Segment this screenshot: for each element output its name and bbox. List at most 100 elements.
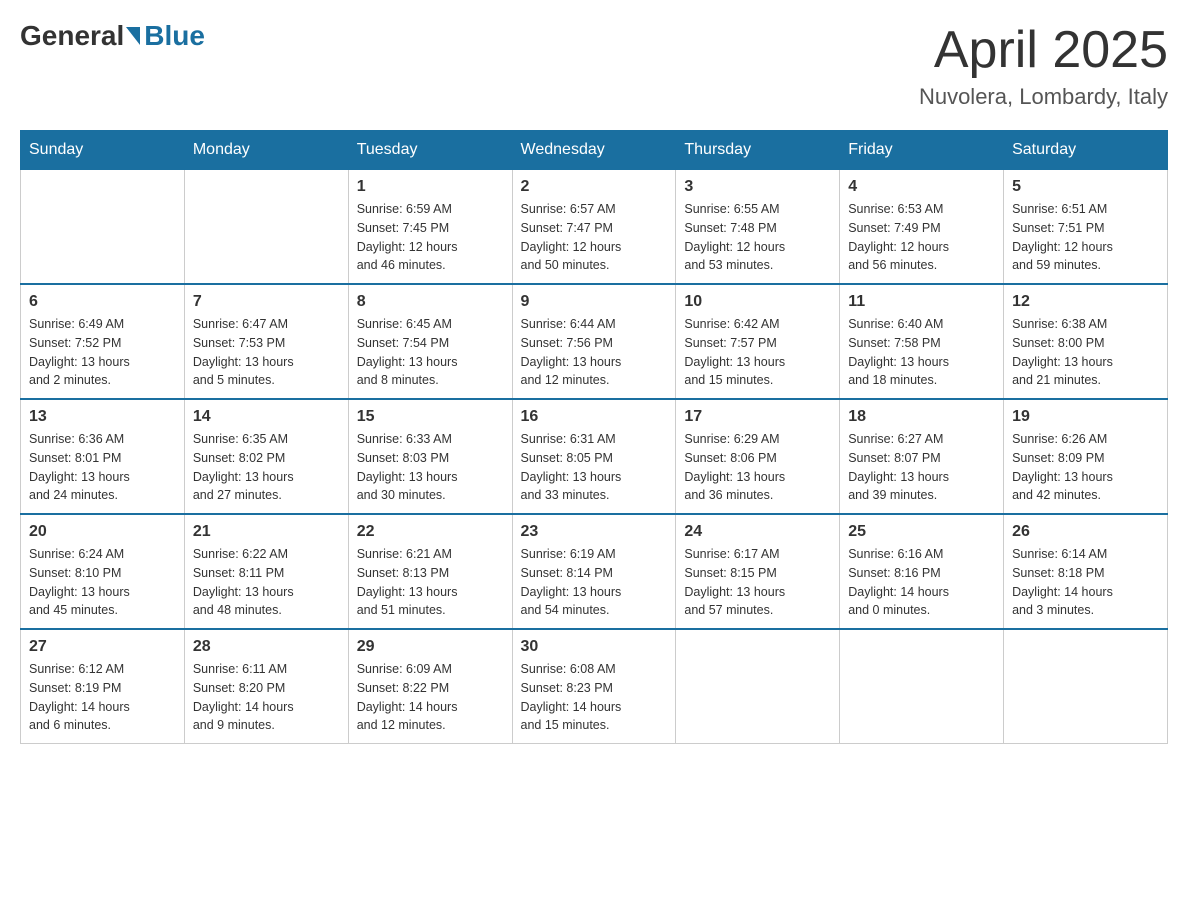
calendar-cell: 27 Sunrise: 6:12 AM Sunset: 8:19 PM Dayli… xyxy=(21,629,185,744)
calendar-cell xyxy=(21,170,185,285)
calendar-cell: 21Sunrise: 6:22 AM Sunset: 8:11 PM Dayli… xyxy=(184,514,348,629)
day-info: Sunrise: 6:08 AM Sunset: 8:23 PM Dayligh… xyxy=(521,660,668,735)
day-info: Sunrise: 6:09 AM Sunset: 8:22 PM Dayligh… xyxy=(357,660,504,735)
day-info: Sunrise: 6:27 AM Sunset: 8:07 PM Dayligh… xyxy=(848,430,995,505)
weekday-header-wednesday: Wednesday xyxy=(512,131,676,170)
day-number: 2 xyxy=(521,178,668,196)
day-info: Sunrise: 6:55 AM Sunset: 7:48 PM Dayligh… xyxy=(684,200,831,275)
day-info: Sunrise: 6:17 AM Sunset: 8:15 PM Dayligh… xyxy=(684,545,831,620)
day-number: 6 xyxy=(29,293,176,311)
day-info: Sunrise: 6:42 AM Sunset: 7:57 PM Dayligh… xyxy=(684,315,831,390)
logo-arrow-icon xyxy=(126,27,140,45)
calendar-cell: 1 Sunrise: 6:59 AM Sunset: 7:45 PM Daylig… xyxy=(348,170,512,285)
day-number: 25 xyxy=(848,523,995,541)
calendar-cell: 20 Sunrise: 6:24 AM Sunset: 8:10 PM Dayli… xyxy=(21,514,185,629)
calendar-week-row: 13 Sunrise: 6:36 AM Sunset: 8:01 PM Dayli… xyxy=(21,399,1168,514)
day-number: 18 xyxy=(848,408,995,426)
calendar-cell: 7Sunrise: 6:47 AM Sunset: 7:53 PM Daylig… xyxy=(184,284,348,399)
day-info: Sunrise: 6:14 AM Sunset: 8:18 PM Dayligh… xyxy=(1012,545,1159,620)
day-info: Sunrise: 6:16 AM Sunset: 8:16 PM Dayligh… xyxy=(848,545,995,620)
day-number: 11 xyxy=(848,293,995,311)
day-number: 16 xyxy=(521,408,668,426)
calendar-cell: 10Sunrise: 6:42 AM Sunset: 7:57 PM Dayli… xyxy=(676,284,840,399)
day-number: 8 xyxy=(357,293,504,311)
day-info: Sunrise: 6:33 AM Sunset: 8:03 PM Dayligh… xyxy=(357,430,504,505)
logo: General Blue xyxy=(20,20,205,52)
day-info: Sunrise: 6:21 AM Sunset: 8:13 PM Dayligh… xyxy=(357,545,504,620)
calendar-cell: 22 Sunrise: 6:21 AM Sunset: 8:13 PM Dayli… xyxy=(348,514,512,629)
calendar-cell: 15Sunrise: 6:33 AM Sunset: 8:03 PM Dayli… xyxy=(348,399,512,514)
day-info: Sunrise: 6:57 AM Sunset: 7:47 PM Dayligh… xyxy=(521,200,668,275)
day-info: Sunrise: 6:45 AM Sunset: 7:54 PM Dayligh… xyxy=(357,315,504,390)
weekday-header-monday: Monday xyxy=(184,131,348,170)
day-info: Sunrise: 6:11 AM Sunset: 8:20 PM Dayligh… xyxy=(193,660,340,735)
calendar-cell: 17 Sunrise: 6:29 AM Sunset: 8:06 PM Dayli… xyxy=(676,399,840,514)
calendar-cell: 6 Sunrise: 6:49 AM Sunset: 7:52 PM Daylig… xyxy=(21,284,185,399)
day-info: Sunrise: 6:53 AM Sunset: 7:49 PM Dayligh… xyxy=(848,200,995,275)
day-info: Sunrise: 6:44 AM Sunset: 7:56 PM Dayligh… xyxy=(521,315,668,390)
calendar-week-row: 6 Sunrise: 6:49 AM Sunset: 7:52 PM Daylig… xyxy=(21,284,1168,399)
calendar-cell: 18 Sunrise: 6:27 AM Sunset: 8:07 PM Dayli… xyxy=(840,399,1004,514)
day-number: 3 xyxy=(684,178,831,196)
calendar-cell xyxy=(1004,629,1168,744)
day-info: Sunrise: 6:59 AM Sunset: 7:45 PM Dayligh… xyxy=(357,200,504,275)
weekday-header-tuesday: Tuesday xyxy=(348,131,512,170)
calendar-cell: 23 Sunrise: 6:19 AM Sunset: 8:14 PM Dayli… xyxy=(512,514,676,629)
day-number: 23 xyxy=(521,523,668,541)
day-number: 13 xyxy=(29,408,176,426)
calendar-cell: 16 Sunrise: 6:31 AM Sunset: 8:05 PM Dayli… xyxy=(512,399,676,514)
day-info: Sunrise: 6:35 AM Sunset: 8:02 PM Dayligh… xyxy=(193,430,340,505)
weekday-header-saturday: Saturday xyxy=(1004,131,1168,170)
day-info: Sunrise: 6:19 AM Sunset: 8:14 PM Dayligh… xyxy=(521,545,668,620)
logo-blue-text: Blue xyxy=(144,20,205,52)
day-number: 14 xyxy=(193,408,340,426)
calendar-cell: 2 Sunrise: 6:57 AM Sunset: 7:47 PM Daylig… xyxy=(512,170,676,285)
day-number: 17 xyxy=(684,408,831,426)
calendar-cell: 25 Sunrise: 6:16 AM Sunset: 8:16 PM Dayli… xyxy=(840,514,1004,629)
day-info: Sunrise: 6:31 AM Sunset: 8:05 PM Dayligh… xyxy=(521,430,668,505)
calendar-cell: 3 Sunrise: 6:55 AM Sunset: 7:48 PM Daylig… xyxy=(676,170,840,285)
calendar-cell: 11 Sunrise: 6:40 AM Sunset: 7:58 PM Dayli… xyxy=(840,284,1004,399)
calendar-cell: 26Sunrise: 6:14 AM Sunset: 8:18 PM Dayli… xyxy=(1004,514,1168,629)
page-header: General Blue April 2025 Nuvolera, Lombar… xyxy=(20,20,1168,110)
calendar-cell: 19Sunrise: 6:26 AM Sunset: 8:09 PM Dayli… xyxy=(1004,399,1168,514)
day-number: 4 xyxy=(848,178,995,196)
day-number: 30 xyxy=(521,638,668,656)
day-number: 29 xyxy=(357,638,504,656)
calendar-cell: 28Sunrise: 6:11 AM Sunset: 8:20 PM Dayli… xyxy=(184,629,348,744)
calendar-cell: 8 Sunrise: 6:45 AM Sunset: 7:54 PM Daylig… xyxy=(348,284,512,399)
location-text: Nuvolera, Lombardy, Italy xyxy=(919,84,1168,110)
day-info: Sunrise: 6:24 AM Sunset: 8:10 PM Dayligh… xyxy=(29,545,176,620)
day-number: 9 xyxy=(521,293,668,311)
calendar-cell: 29 Sunrise: 6:09 AM Sunset: 8:22 PM Dayli… xyxy=(348,629,512,744)
day-number: 20 xyxy=(29,523,176,541)
day-info: Sunrise: 6:49 AM Sunset: 7:52 PM Dayligh… xyxy=(29,315,176,390)
day-info: Sunrise: 6:26 AM Sunset: 8:09 PM Dayligh… xyxy=(1012,430,1159,505)
calendar-cell: 30 Sunrise: 6:08 AM Sunset: 8:23 PM Dayli… xyxy=(512,629,676,744)
calendar-cell: 5 Sunrise: 6:51 AM Sunset: 7:51 PM Daylig… xyxy=(1004,170,1168,285)
weekday-header-row: SundayMondayTuesdayWednesdayThursdayFrid… xyxy=(21,131,1168,170)
title-section: April 2025 Nuvolera, Lombardy, Italy xyxy=(919,20,1168,110)
day-number: 24 xyxy=(684,523,831,541)
calendar-table: SundayMondayTuesdayWednesdayThursdayFrid… xyxy=(20,130,1168,744)
calendar-cell: 12Sunrise: 6:38 AM Sunset: 8:00 PM Dayli… xyxy=(1004,284,1168,399)
calendar-cell: 14 Sunrise: 6:35 AM Sunset: 8:02 PM Dayli… xyxy=(184,399,348,514)
day-number: 27 xyxy=(29,638,176,656)
calendar-cell: 9 Sunrise: 6:44 AM Sunset: 7:56 PM Daylig… xyxy=(512,284,676,399)
day-info: Sunrise: 6:29 AM Sunset: 8:06 PM Dayligh… xyxy=(684,430,831,505)
calendar-cell xyxy=(184,170,348,285)
day-number: 22 xyxy=(357,523,504,541)
day-number: 5 xyxy=(1012,178,1159,196)
day-info: Sunrise: 6:36 AM Sunset: 8:01 PM Dayligh… xyxy=(29,430,176,505)
day-info: Sunrise: 6:40 AM Sunset: 7:58 PM Dayligh… xyxy=(848,315,995,390)
calendar-cell xyxy=(840,629,1004,744)
calendar-cell: 13 Sunrise: 6:36 AM Sunset: 8:01 PM Dayli… xyxy=(21,399,185,514)
day-number: 1 xyxy=(357,178,504,196)
day-info: Sunrise: 6:38 AM Sunset: 8:00 PM Dayligh… xyxy=(1012,315,1159,390)
day-info: Sunrise: 6:51 AM Sunset: 7:51 PM Dayligh… xyxy=(1012,200,1159,275)
month-title: April 2025 xyxy=(919,20,1168,80)
day-info: Sunrise: 6:22 AM Sunset: 8:11 PM Dayligh… xyxy=(193,545,340,620)
calendar-cell: 4 Sunrise: 6:53 AM Sunset: 7:49 PM Daylig… xyxy=(840,170,1004,285)
day-number: 7 xyxy=(193,293,340,311)
day-info: Sunrise: 6:12 AM Sunset: 8:19 PM Dayligh… xyxy=(29,660,176,735)
